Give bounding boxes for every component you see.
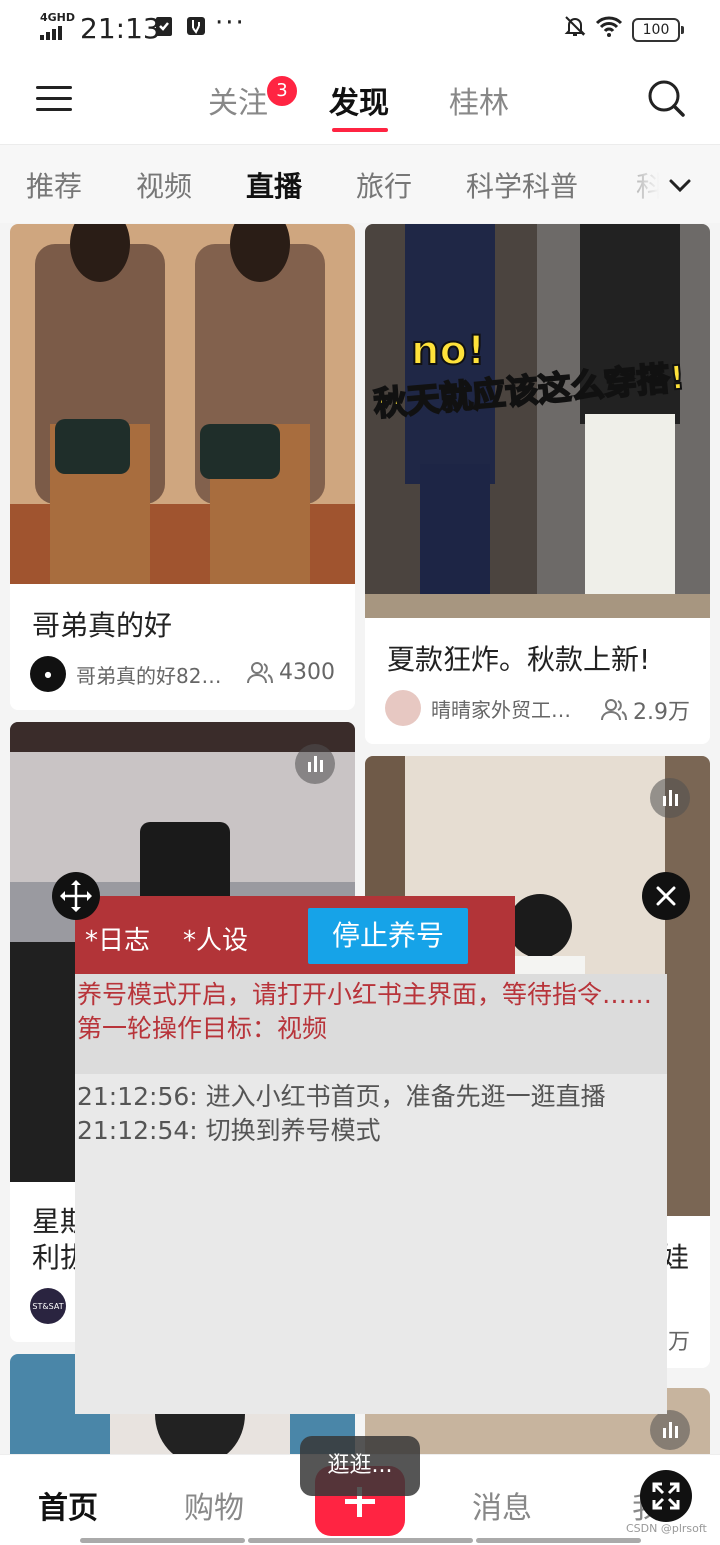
expand-icon: [652, 1482, 680, 1510]
wifi-icon: [595, 16, 623, 37]
viewer-count: 万: [667, 1330, 690, 1355]
feed-card[interactable]: 哥弟真的好 ● 哥弟真的好82… 4300: [10, 224, 355, 710]
viewers-icon: [247, 661, 273, 683]
hamburger-icon: [36, 86, 72, 89]
tab-persona[interactable]: *人设: [183, 920, 248, 957]
usb-debug-icon: [187, 17, 205, 35]
clipboard-check-icon: [156, 17, 172, 36]
top-navigation: 关注 3 发现 桂林: [0, 56, 720, 145]
viewer-count: 4300: [247, 660, 335, 685]
viewers-icon: [601, 699, 627, 721]
category-video[interactable]: 视频: [136, 165, 192, 205]
live-bars-icon: [650, 778, 690, 818]
status-bar: 4GHD 21:13 ··· 100: [0, 0, 720, 56]
chevron-down-icon[interactable]: [666, 171, 694, 199]
signal-icon: [40, 26, 70, 40]
viewer-count: 2.9万: [601, 694, 690, 726]
clock: 21:13: [80, 12, 161, 45]
stop-button[interactable]: 停止养号: [308, 908, 468, 964]
watermark: CSDN @plrsoft: [626, 1522, 707, 1535]
category-science[interactable]: 科学科普: [466, 165, 578, 205]
image-caption-no: no!: [410, 327, 486, 375]
tab-following[interactable]: 关注: [208, 78, 268, 122]
toast-message: 逛逛...: [300, 1436, 420, 1496]
category-live[interactable]: 直播: [246, 165, 302, 205]
following-badge: 3: [265, 74, 299, 108]
log-entry: 21:12:54: 切换到养号模式: [77, 1116, 381, 1145]
feed-card[interactable]: no! 秋天就应该这么穿搭! 夏款狂炸。秋款上新! 晴晴家外贸工… 2.9万: [365, 224, 710, 744]
mute-bell-icon: [564, 16, 586, 36]
live-bars-icon: [650, 1410, 690, 1450]
avatar: [385, 690, 421, 726]
card-author[interactable]: ● 哥弟真的好82…: [30, 656, 221, 692]
card-title: 夏款狂炸。秋款上新!: [387, 643, 651, 676]
close-button[interactable]: [642, 872, 690, 920]
card-image: [10, 224, 355, 584]
overlay-body: 养号模式开启，请打开小红书主界面，等待指令……第一轮操作目标：视频 21:12:…: [75, 974, 667, 1414]
expand-button[interactable]: [640, 1470, 692, 1522]
gesture-bar: [0, 1538, 720, 1544]
move-handle[interactable]: [52, 872, 100, 920]
category-recommend[interactable]: 推荐: [26, 165, 82, 205]
live-bars-icon: [295, 744, 335, 784]
avatar: ST&SAT: [30, 1288, 66, 1324]
avatar: ●: [30, 656, 66, 692]
close-icon: [656, 886, 676, 906]
card-author[interactable]: 晴晴家外贸工…: [385, 690, 571, 726]
author-name: 哥弟真的好82…: [76, 663, 222, 688]
menu-button[interactable]: [36, 84, 72, 114]
category-bar: 推荐 视频 直播 旅行 科学科普 科: [0, 145, 720, 223]
move-icon: [60, 880, 92, 912]
author-name: 晴晴家外贸工…: [431, 697, 571, 722]
tab-discover[interactable]: 发现: [329, 78, 389, 122]
active-tab-indicator: [332, 128, 388, 132]
search-icon[interactable]: [646, 78, 686, 118]
category-travel[interactable]: 旅行: [356, 165, 412, 205]
nav-messages[interactable]: 消息: [472, 1483, 532, 1527]
nav-home[interactable]: 首页: [38, 1483, 98, 1527]
log-list: 21:12:56: 进入小红书首页，准备先逛一逛直播 21:12:54: 切换到…: [77, 1080, 606, 1148]
more-notifications: ···: [215, 8, 246, 38]
card-author[interactable]: ST&SAT: [30, 1288, 66, 1324]
log-entry: 21:12:56: 进入小红书首页，准备先逛一逛直播: [77, 1082, 606, 1111]
status-message: 养号模式开启，请打开小红书主界面，等待指令……第一轮操作目标：视频: [75, 974, 667, 1074]
card-title: 哥弟真的好: [32, 609, 173, 642]
tab-log[interactable]: *日志: [85, 920, 150, 957]
nav-shopping[interactable]: 购物: [184, 1483, 244, 1527]
tab-local[interactable]: 桂林: [449, 78, 509, 122]
battery-indicator: 100: [632, 18, 684, 42]
network-type: 4GHD: [40, 11, 76, 24]
